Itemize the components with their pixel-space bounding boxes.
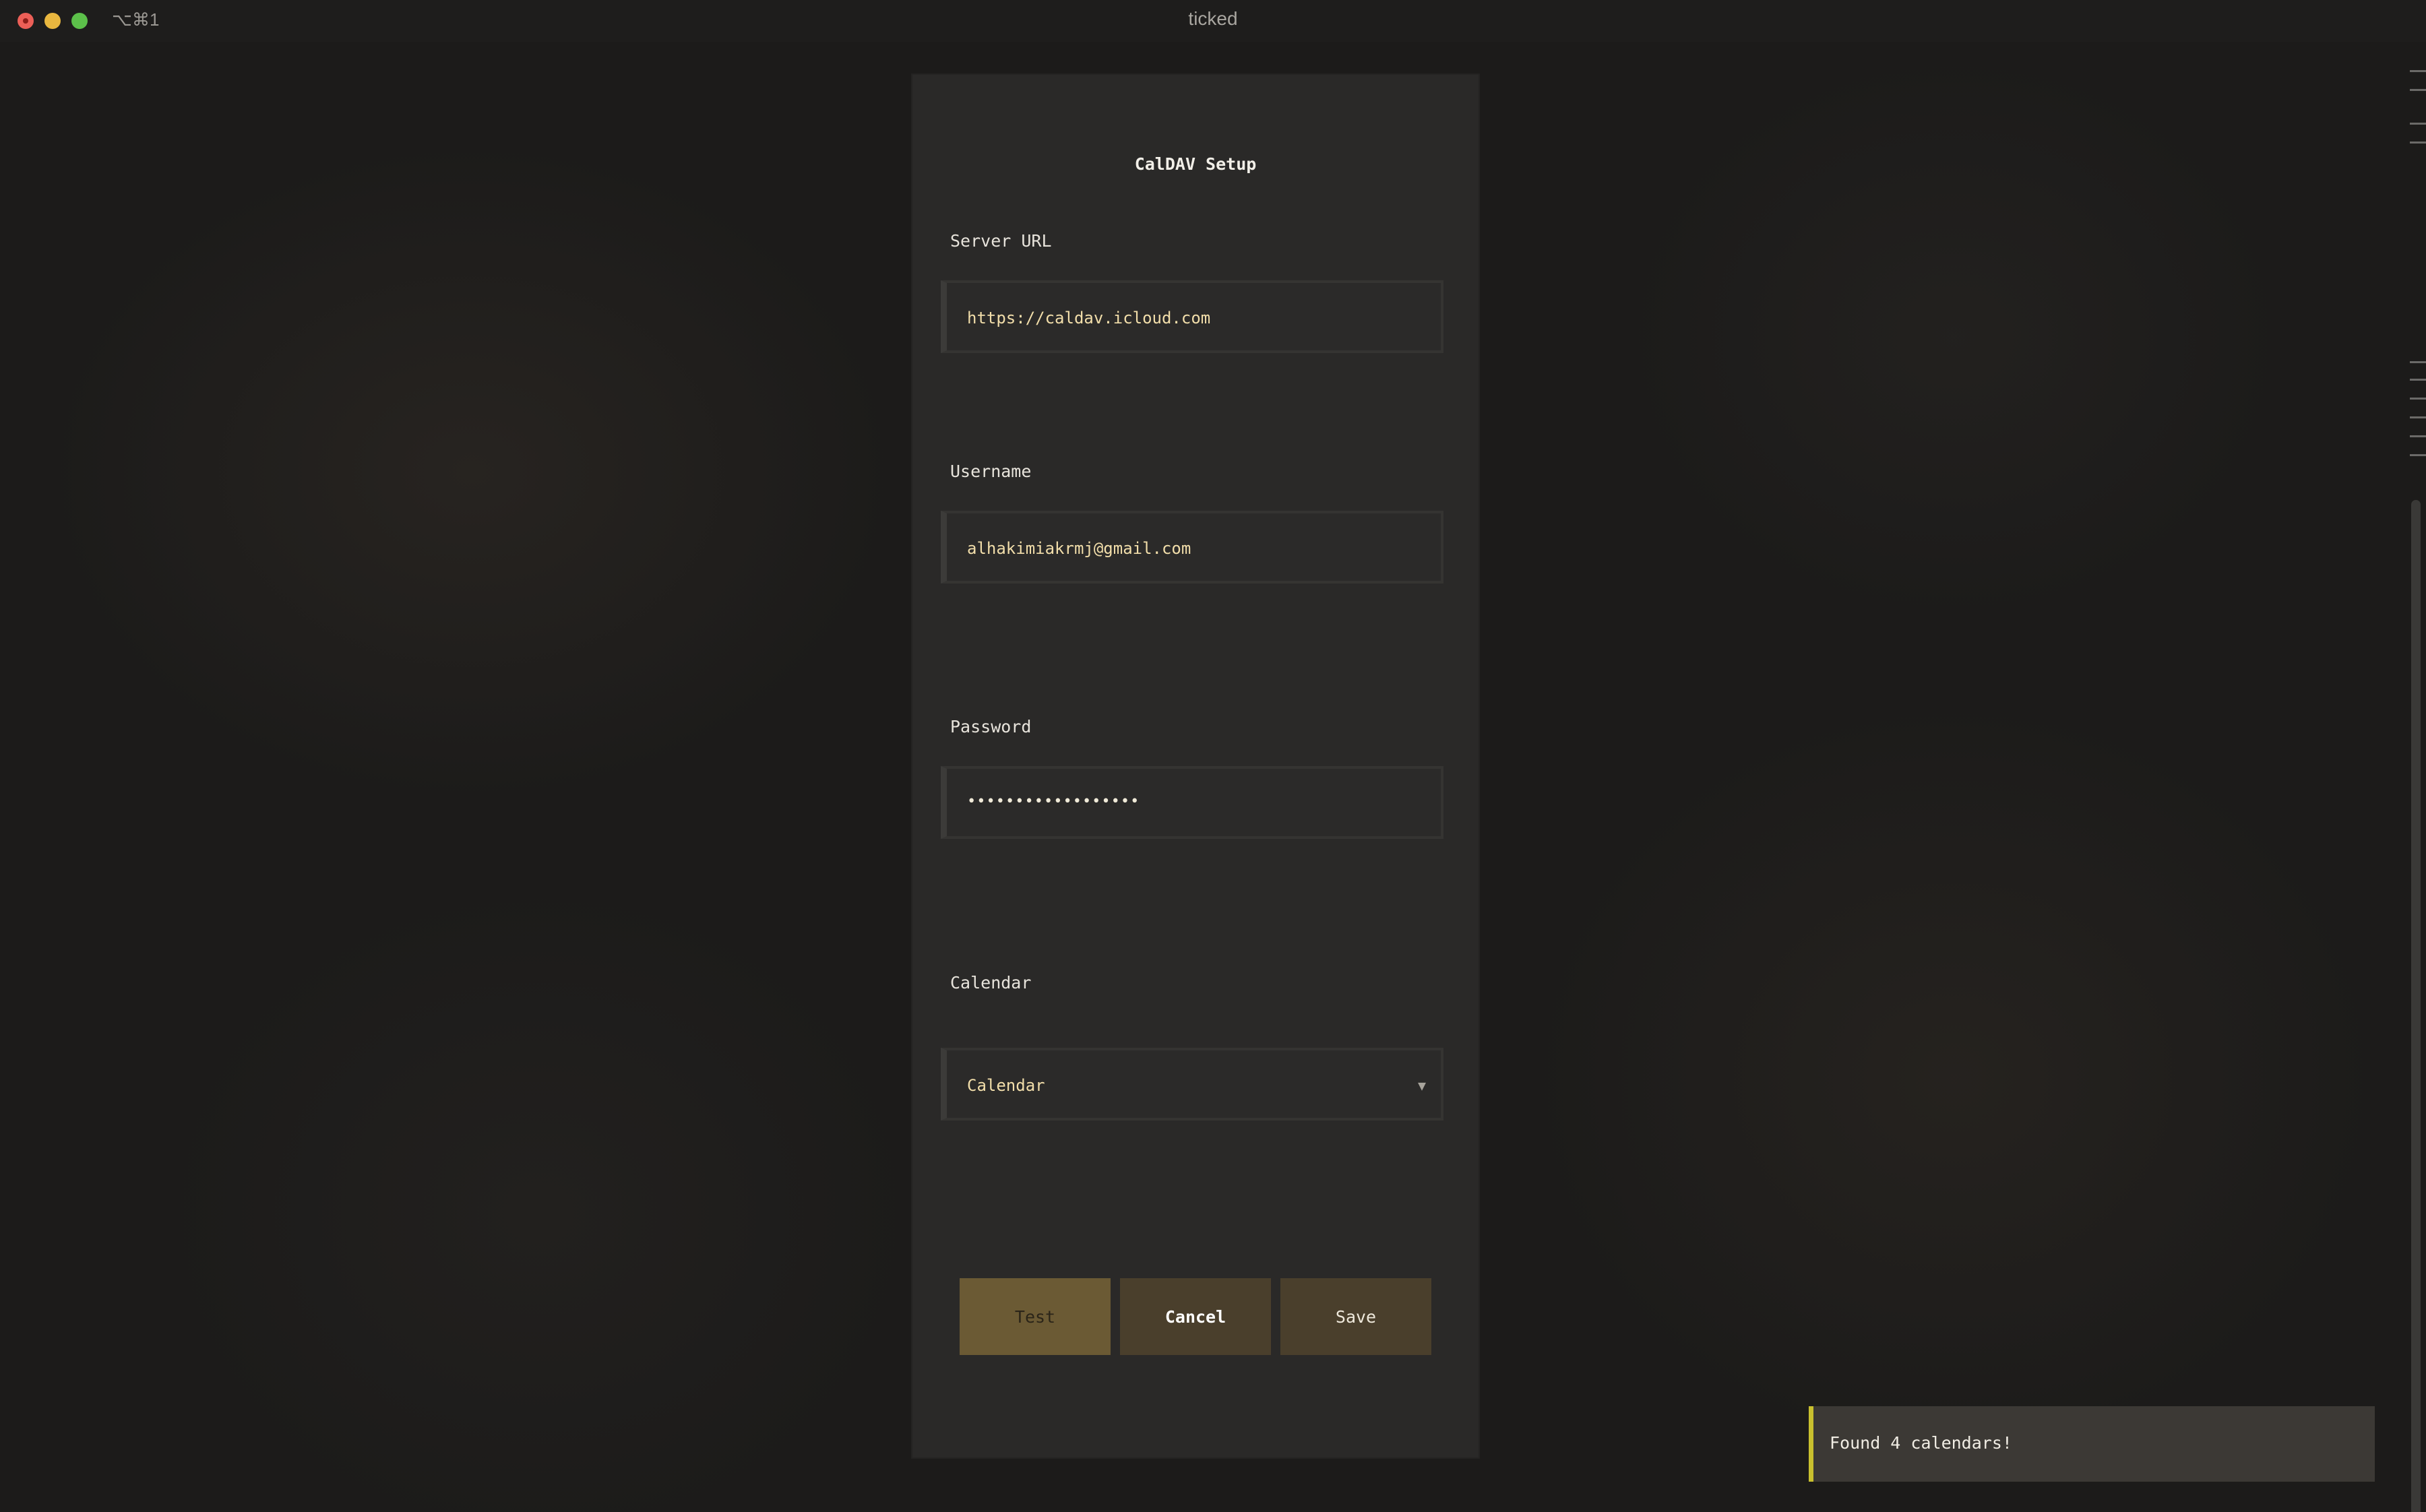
scroll-mark [2410,89,2426,91]
password-label: Password [950,717,1032,736]
scroll-mark [2410,361,2426,363]
username-label: Username [950,462,1032,481]
password-input[interactable]: •••••••••••••••••• [941,766,1443,839]
scrollbar[interactable] [2404,42,2426,1512]
scroll-mark [2410,379,2426,381]
window-title: ticked [1188,8,1238,29]
scroll-mark [2410,435,2426,437]
server-url-value: https://caldav.icloud.com [967,309,1211,327]
scroll-mark [2410,70,2426,72]
calendar-label: Calendar [950,973,1032,993]
scroll-mark [2410,416,2426,418]
cancel-button[interactable]: Cancel [1120,1278,1271,1355]
calendar-selected-value: Calendar [967,1076,1045,1095]
caldav-setup-dialog: CalDAV Setup Server URL https://caldav.i… [912,75,1479,1457]
username-input[interactable]: alhakimiakrmj@gmail.com [941,511,1443,584]
dialog-title: CalDAV Setup [1134,154,1257,174]
scroll-mark [2410,454,2426,456]
scroll-mark [2410,123,2426,125]
notification-toast: Found 4 calendars! [1809,1406,2375,1482]
username-value: alhakimiakrmj@gmail.com [967,539,1191,558]
server-url-label: Server URL [950,231,1052,251]
title-bar: ⌥⌘1 ticked [0,0,2426,42]
save-button[interactable]: Save [1280,1278,1431,1355]
password-value: •••••••••••••••••• [967,793,1140,810]
calendar-select[interactable]: Calendar ▼ [941,1048,1443,1121]
chevron-down-icon: ▼ [1417,1077,1426,1094]
scroll-mark [2410,141,2426,144]
server-url-input[interactable]: https://caldav.icloud.com [941,280,1443,353]
scrollbar-thumb[interactable] [2411,500,2421,1512]
scroll-mark [2410,398,2426,400]
test-button[interactable]: Test [960,1278,1111,1355]
toast-message: Found 4 calendars! [1830,1433,2012,1453]
